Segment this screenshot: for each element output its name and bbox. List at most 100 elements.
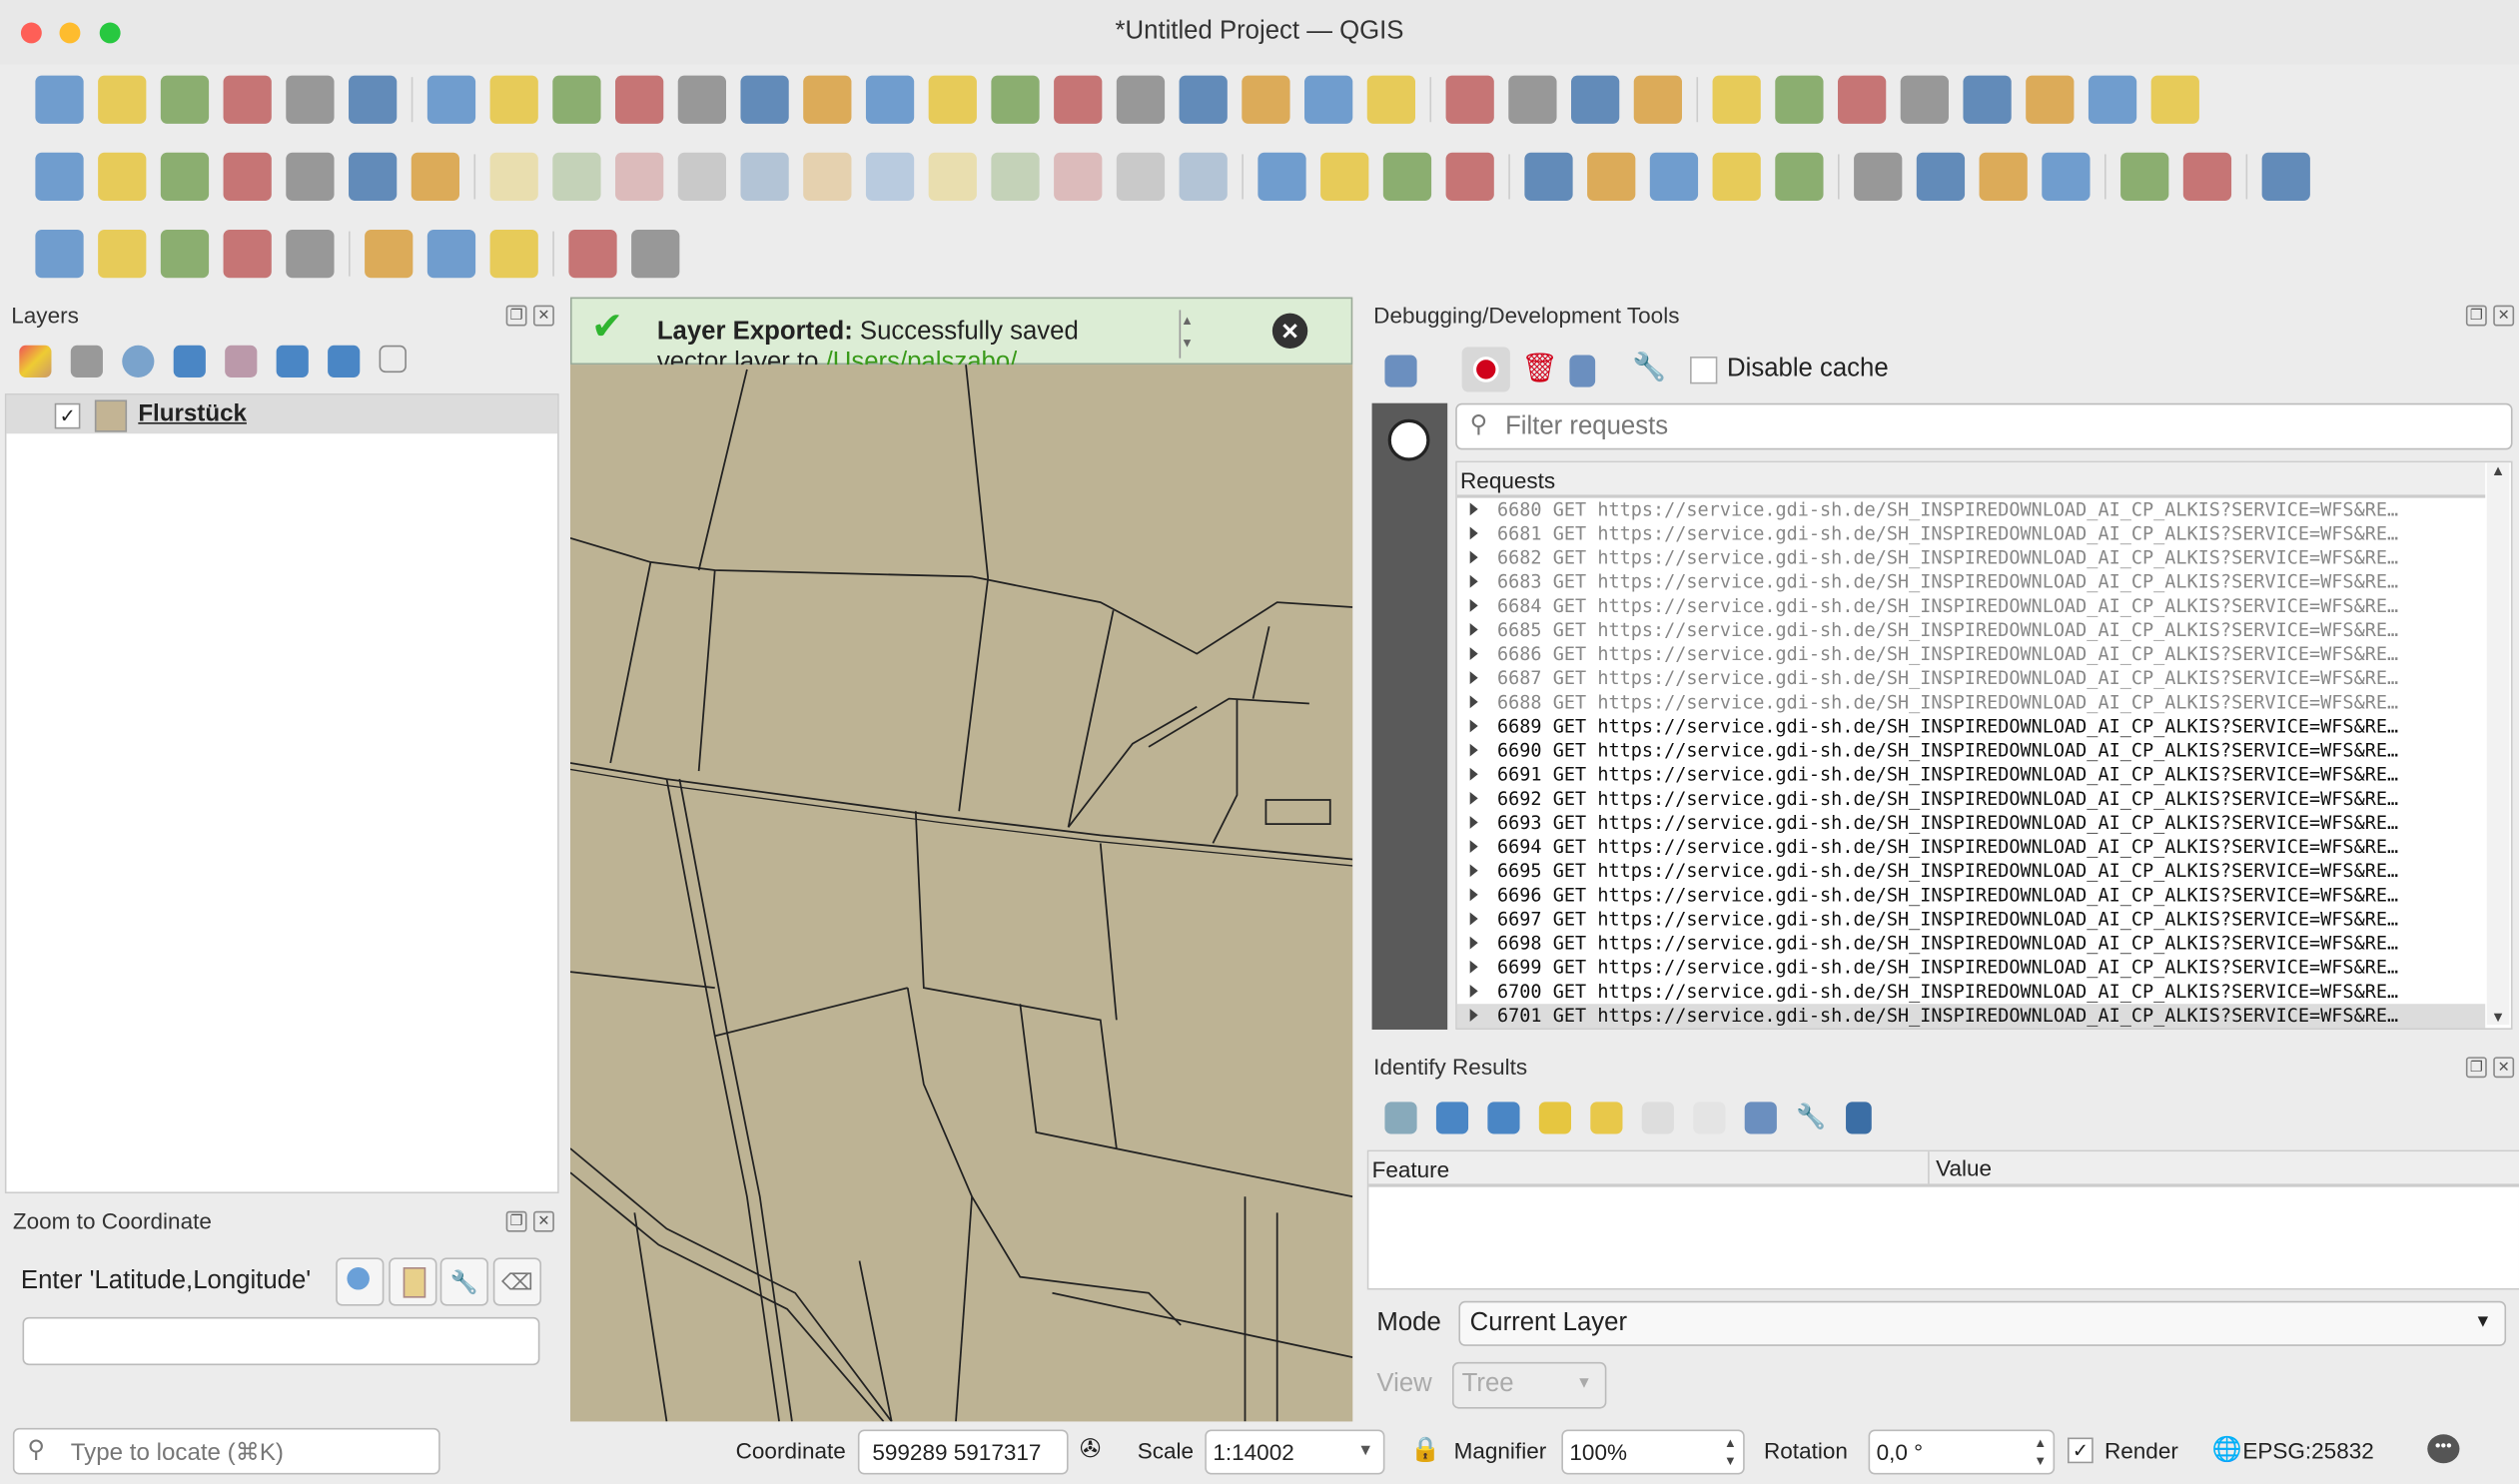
request-row[interactable]: 6699 GET https://service.gdi-sh.de/SH_IN…	[1457, 956, 2485, 980]
zoom-extent-icon[interactable]	[223, 230, 272, 279]
globe-icon[interactable]: 🌐	[2212, 1434, 2242, 1463]
plugin-icon[interactable]	[1979, 152, 2028, 202]
new-map-view-icon[interactable]	[1242, 75, 1290, 124]
expand-arrow-icon[interactable]	[1469, 719, 1478, 733]
float-panel-icon[interactable]: ❐	[505, 1210, 527, 1232]
pin-icon[interactable]	[98, 230, 147, 279]
search-zoom-icon[interactable]	[160, 230, 210, 279]
expand-arrow-icon[interactable]	[1469, 526, 1478, 540]
expand-arrow-icon[interactable]	[1469, 960, 1478, 974]
expand-arrow-icon[interactable]	[1469, 598, 1478, 612]
expand-arrow-icon[interactable]	[1469, 936, 1478, 950]
attribute-table-icon[interactable]	[1775, 75, 1824, 124]
expand-arrow-icon[interactable]	[1469, 767, 1478, 781]
expand-arrow-icon[interactable]	[1469, 791, 1478, 805]
new-point-icon[interactable]	[35, 230, 84, 279]
scale-select[interactable]: 1:14002 ▼	[1205, 1429, 1385, 1475]
expand-arrow-icon[interactable]	[1469, 671, 1478, 685]
select-location-icon[interactable]	[1633, 75, 1682, 124]
float-panel-icon[interactable]: ❐	[2465, 1057, 2487, 1079]
clear-button[interactable]: ⌫	[492, 1257, 542, 1306]
request-row[interactable]: 6700 GET https://service.gdi-sh.de/SH_IN…	[1457, 980, 2485, 1004]
show-hide-label-icon[interactable]	[1587, 152, 1636, 202]
expand-arrow-icon[interactable]	[1469, 816, 1478, 829]
save-edits-icon[interactable]	[615, 152, 664, 202]
new-virtual-layer-icon[interactable]	[286, 152, 335, 202]
float-panel-icon[interactable]: ❐	[2465, 305, 2487, 327]
globe-icon[interactable]	[365, 230, 414, 279]
style-panel-icon[interactable]	[19, 345, 52, 377]
collapse-all-icon[interactable]	[1487, 1102, 1520, 1134]
close-panel-icon[interactable]: ✕	[2493, 305, 2515, 327]
new-print-layout-icon[interactable]	[223, 75, 272, 124]
mode-select[interactable]: Current Layer ▼	[1458, 1300, 2507, 1346]
plugin-a-icon[interactable]	[568, 230, 617, 279]
wfs-search-icon[interactable]	[1916, 152, 1966, 202]
expression-filter-icon[interactable]	[225, 345, 258, 377]
select-features-icon[interactable]	[1445, 75, 1494, 124]
zoom-to-coordinate-button[interactable]	[336, 1257, 385, 1306]
identify-icon[interactable]	[1712, 75, 1761, 124]
stopwatch-icon[interactable]	[1387, 418, 1430, 461]
processing-toolbox-icon[interactable]	[1838, 75, 1887, 124]
new-bookmark-icon[interactable]	[1054, 75, 1103, 124]
expand-arrow-icon[interactable]	[1469, 888, 1478, 902]
redo-icon[interactable]	[1179, 152, 1228, 202]
expand-all-icon[interactable]	[276, 345, 309, 377]
new-project-icon[interactable]	[35, 75, 84, 124]
request-row[interactable]: 6691 GET https://service.gdi-sh.de/SH_IN…	[1457, 763, 2485, 787]
metasearch-icon[interactable]	[1854, 152, 1903, 202]
zoom-in-icon[interactable]	[552, 75, 601, 124]
coordinate-input[interactable]: 599289 5917317	[857, 1429, 1069, 1475]
settings-button[interactable]: 🔧	[439, 1257, 488, 1306]
expand-arrow-icon[interactable]	[1469, 743, 1478, 757]
lock-scale-icon[interactable]: 🔒	[1410, 1434, 1440, 1463]
xy-tool-icon[interactable]	[426, 230, 476, 279]
python-console-icon[interactable]	[2120, 152, 2169, 202]
pan-to-selection-icon[interactable]	[489, 75, 538, 124]
remove-layer-icon[interactable]	[379, 345, 407, 373]
expand-arrow-icon[interactable]	[1469, 574, 1478, 588]
float-panel-icon[interactable]: ❐	[505, 305, 527, 327]
modify-attributes-icon[interactable]	[803, 152, 852, 202]
view-select[interactable]: Tree ▼	[1451, 1361, 1607, 1409]
expand-new-icon[interactable]	[1538, 1102, 1572, 1134]
delete-selected-icon[interactable]	[865, 152, 915, 202]
save-icon[interactable]	[1569, 355, 1596, 387]
expand-tree-icon[interactable]	[1384, 1102, 1417, 1134]
request-row[interactable]: 6684 GET https://service.gdi-sh.de/SH_IN…	[1457, 594, 2485, 618]
request-row[interactable]: 6681 GET https://service.gdi-sh.de/SH_IN…	[1457, 522, 2485, 546]
close-panel-icon[interactable]: ✕	[2493, 1057, 2515, 1079]
request-row[interactable]: 6694 GET https://service.gdi-sh.de/SH_IN…	[1457, 835, 2485, 859]
show-bookmarks-icon[interactable]	[1116, 75, 1166, 124]
zoom-out-icon[interactable]	[615, 75, 664, 124]
paste-features-icon[interactable]	[1054, 152, 1103, 202]
expand-arrow-icon[interactable]	[1469, 623, 1478, 636]
spinner-arrows[interactable]: ▲ ▼	[1724, 1434, 1737, 1469]
locator-search-input[interactable]: ⚲ Type to locate (⌘K)	[12, 1427, 440, 1475]
digitize-pen-icon[interactable]	[223, 152, 272, 202]
filter-icon[interactable]	[173, 345, 206, 377]
change-label-icon[interactable]	[1775, 152, 1824, 202]
label-highlight-icon[interactable]	[1445, 152, 1494, 202]
save-project-icon[interactable]	[160, 75, 210, 124]
request-row[interactable]: 6683 GET https://service.gdi-sh.de/SH_IN…	[1457, 570, 2485, 594]
wrench-icon[interactable]	[489, 230, 538, 279]
record-button[interactable]	[1461, 347, 1510, 392]
filter-requests-input[interactable]: ⚲ Filter requests	[1455, 402, 2513, 450]
vertex-tool-icon[interactable]	[411, 152, 460, 202]
temporal-controller-icon[interactable]	[1304, 75, 1353, 124]
move-label-icon[interactable]	[1649, 152, 1699, 202]
add-feature-icon[interactable]	[677, 152, 726, 202]
expand-arrow-icon[interactable]	[1469, 647, 1478, 661]
rotate-label-icon[interactable]	[1712, 152, 1761, 202]
copy-feature-icon[interactable]	[1641, 1102, 1674, 1134]
request-row[interactable]: 6682 GET https://service.gdi-sh.de/SH_IN…	[1457, 546, 2485, 570]
digitize-vertex-icon[interactable]	[160, 152, 210, 202]
zoom-to-layer-icon[interactable]	[803, 75, 852, 124]
spatial-bookmark-icon[interactable]	[1179, 75, 1228, 124]
undo-icon[interactable]	[1116, 152, 1166, 202]
new-mesh-layer-icon[interactable]	[349, 152, 398, 202]
request-row[interactable]: 6686 GET https://service.gdi-sh.de/SH_IN…	[1457, 642, 2485, 666]
spinner-arrows[interactable]: ▲ ▼	[2034, 1434, 2047, 1469]
